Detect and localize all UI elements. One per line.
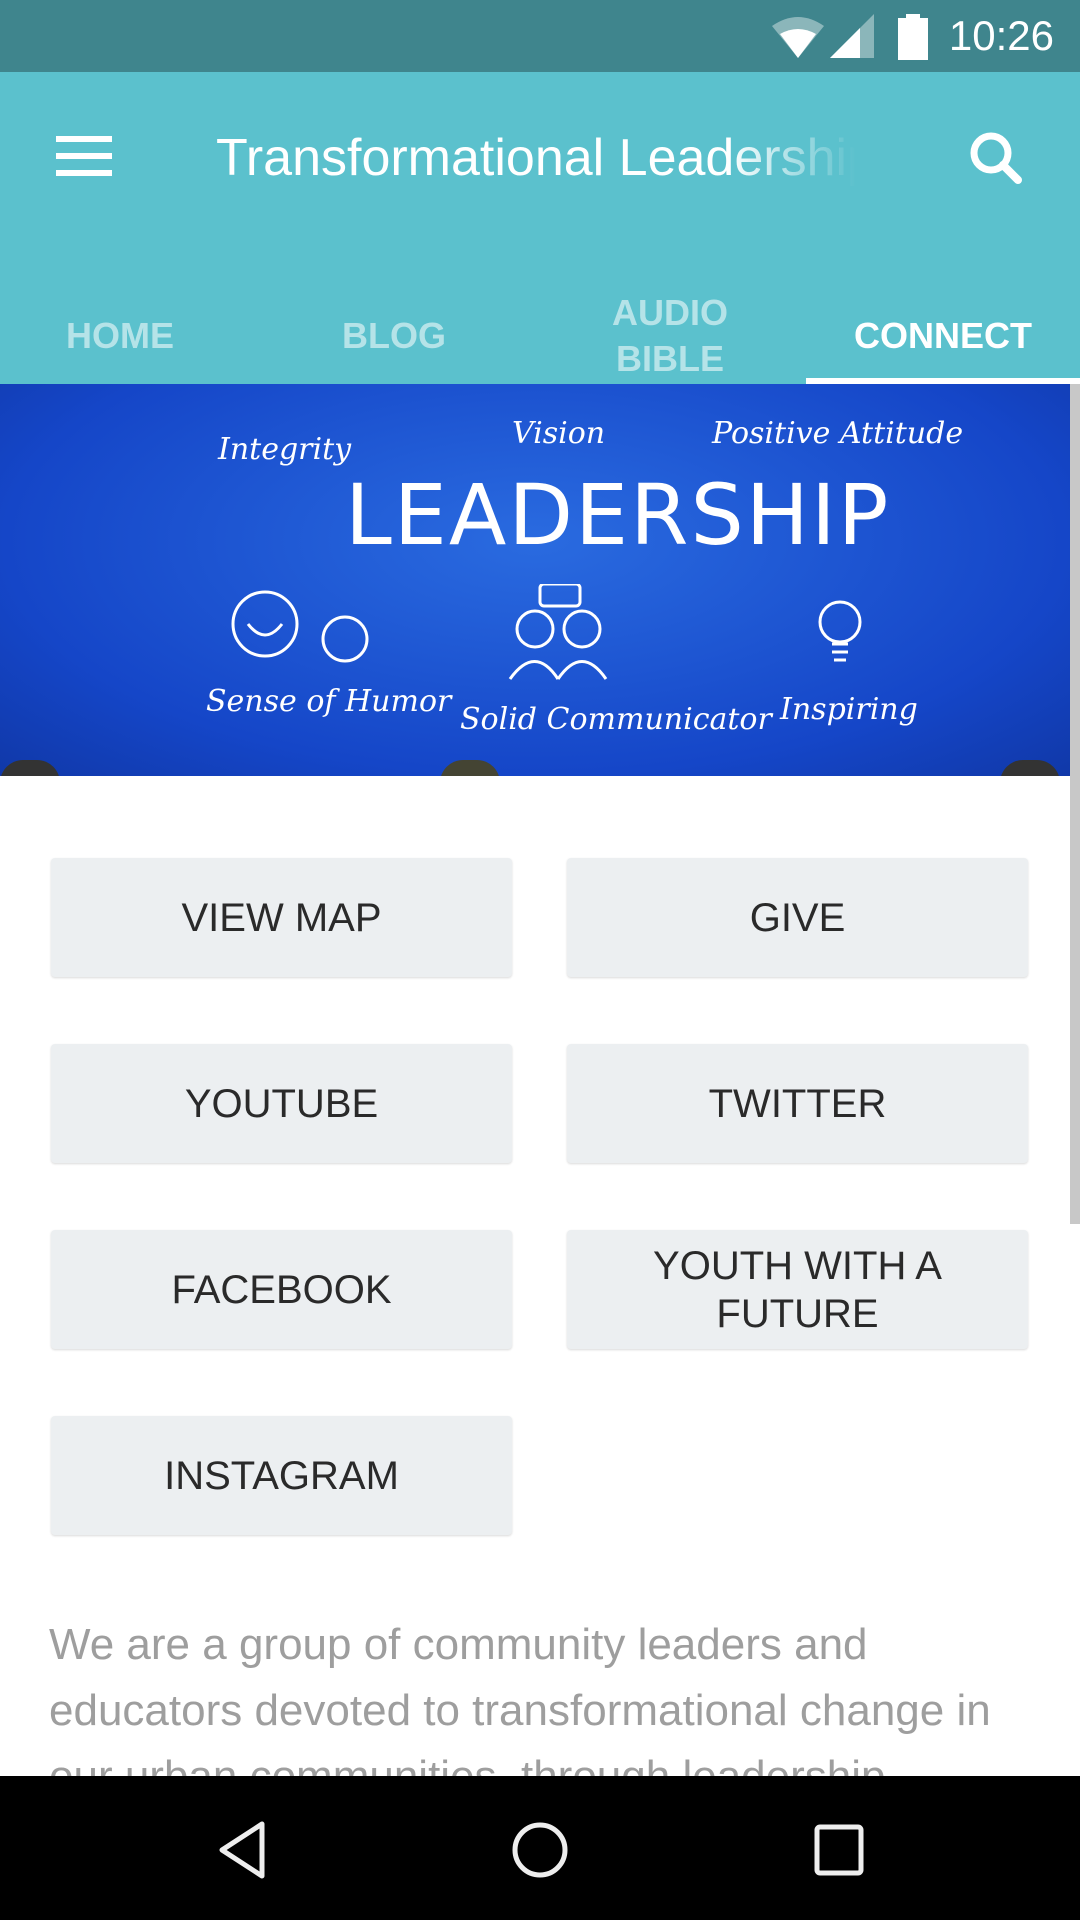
page-title: Transformational Leadership — [216, 129, 856, 187]
home-icon[interactable] — [510, 1820, 570, 1880]
view-map-button[interactable]: VIEW MAP — [51, 858, 512, 977]
back-icon[interactable] — [214, 1820, 270, 1880]
facebook-button[interactable]: FACEBOOK — [51, 1230, 512, 1349]
navigation-bar — [0, 1776, 1080, 1920]
youtube-button[interactable]: YOUTUBE — [51, 1044, 512, 1163]
hamburger-menu-icon[interactable] — [56, 136, 112, 176]
status-bar: 10:26 — [0, 0, 1080, 72]
smiley-doodle-icon — [231, 590, 369, 663]
wifi-icon — [772, 17, 824, 58]
banner-word: Integrity — [218, 432, 352, 467]
clock: 10:26 — [948, 12, 1054, 59]
cell-signal-icon — [830, 14, 874, 58]
search-icon[interactable] — [966, 128, 1026, 188]
tab-blog[interactable]: BLOG — [274, 288, 514, 384]
scrollbar[interactable] — [1070, 384, 1080, 1224]
banner-word: Vision — [512, 416, 606, 451]
banner-word: Solid Communicator — [460, 702, 772, 737]
battery-icon — [898, 14, 928, 60]
tab-connect[interactable]: CONNECT — [806, 288, 1080, 384]
youth-with-a-future-button[interactable]: YOUTH WITH A FUTURE — [567, 1230, 1028, 1349]
banner-word: Positive Attitude — [712, 416, 964, 451]
app-toolbar: Transformational Leadership HOME BLOG AU… — [0, 72, 1080, 384]
tab-audio-bible[interactable]: AUDIO BIBLE — [560, 288, 780, 384]
give-button[interactable]: GIVE — [567, 858, 1028, 977]
lightbulb-doodle-icon — [818, 600, 862, 662]
banner-word: Sense of Humor — [206, 684, 452, 719]
banner-word: Inspiring — [780, 692, 918, 727]
banner-heading: LEADERSHIP — [345, 466, 891, 564]
recents-icon[interactable] — [812, 1820, 868, 1880]
communicators-doodle-icon — [508, 584, 608, 680]
twitter-button[interactable]: TWITTER — [567, 1044, 1028, 1163]
leadership-banner-image: Integrity Vision Positive Attitude LEADE… — [0, 384, 1070, 776]
instagram-button[interactable]: INSTAGRAM — [51, 1416, 512, 1535]
tab-home[interactable]: HOME — [0, 288, 240, 384]
